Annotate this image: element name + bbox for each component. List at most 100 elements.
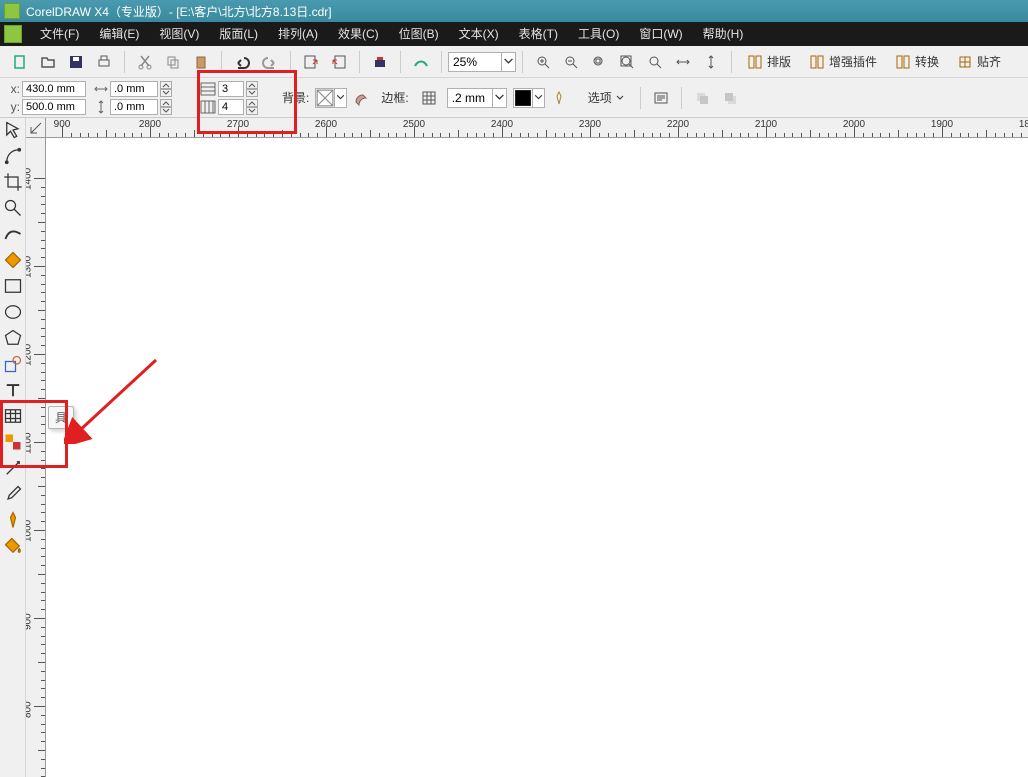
cut-button[interactable] [133, 50, 157, 74]
smart-fill-tool[interactable] [3, 250, 23, 270]
zoom-height-button[interactable] [699, 50, 723, 74]
border-preset-button[interactable] [417, 86, 441, 110]
ruler-vertical[interactable]: 14001300120011001000900800700 [26, 138, 46, 777]
separator [441, 51, 442, 73]
app-launch-button[interactable] [368, 50, 392, 74]
no-fill-icon [316, 90, 334, 106]
eyedropper-tool[interactable] [3, 484, 23, 504]
menu-layout[interactable]: 版面(L) [209, 22, 268, 46]
wrap-text-button[interactable] [649, 86, 673, 110]
border-label: 边框: [381, 89, 408, 106]
canvas[interactable] [46, 138, 1028, 777]
x-input[interactable] [22, 81, 86, 97]
dimension-tool[interactable] [3, 432, 23, 452]
menu-bitmap[interactable]: 位图(B) [389, 22, 449, 46]
welcome-button[interactable] [409, 50, 433, 74]
separator [640, 87, 641, 109]
border-width-combo[interactable]: .2 mm [447, 88, 507, 108]
pick-tool[interactable] [3, 120, 23, 140]
ellipse-tool[interactable] [3, 302, 23, 322]
redo-button[interactable] [258, 50, 282, 74]
snap-button[interactable]: 贴齐 [950, 50, 1008, 74]
menu-edit[interactable]: 编辑(E) [89, 22, 149, 46]
open-button[interactable] [36, 50, 60, 74]
standard-toolbar: 25% 排版 增强插件 转换 贴齐 [0, 46, 1028, 78]
polygon-tool[interactable] [3, 328, 23, 348]
menu-view[interactable]: 视图(V) [149, 22, 209, 46]
border-width-value[interactable]: .2 mm [448, 91, 492, 105]
border-color-swatch[interactable] [513, 88, 545, 108]
fill-tool[interactable] [3, 536, 23, 556]
workspace: 9002800270026002500240023002200210020001… [0, 118, 1028, 777]
bg-swatch[interactable] [315, 88, 347, 108]
new-button[interactable] [8, 50, 32, 74]
print-button[interactable] [92, 50, 116, 74]
width-input[interactable] [110, 81, 158, 97]
app-menu-icon[interactable] [4, 25, 22, 43]
property-bar: x: y: 背景: [0, 78, 1028, 118]
edit-fill-button[interactable] [349, 86, 373, 110]
undo-button[interactable] [230, 50, 254, 74]
zoom-value[interactable]: 25% [449, 55, 501, 69]
border-color-dropdown-icon[interactable] [532, 89, 544, 107]
zoom-selection-button[interactable] [587, 50, 611, 74]
import-button[interactable] [299, 50, 323, 74]
menu-arrange[interactable]: 排列(A) [268, 22, 328, 46]
shape-tool[interactable] [3, 146, 23, 166]
ruler-horizontal[interactable]: 9002800270026002500240023002200210020001… [46, 118, 1028, 138]
outline-pen-button[interactable] [547, 86, 571, 110]
zoom-in-button[interactable] [531, 50, 555, 74]
zoom-tool[interactable] [3, 198, 23, 218]
zoom-out-button[interactable] [559, 50, 583, 74]
border-width-dropdown-icon[interactable] [492, 89, 506, 107]
menu-effects[interactable]: 效果(C) [328, 22, 389, 46]
convert-button[interactable]: 转换 [888, 50, 946, 74]
menu-window[interactable]: 窗口(W) [629, 22, 692, 46]
rows-spinner[interactable] [246, 81, 258, 97]
zoom-width-button[interactable] [671, 50, 695, 74]
size-block [94, 81, 172, 115]
zoom-combo[interactable]: 25% [448, 52, 516, 72]
zoom-all-button[interactable] [615, 50, 639, 74]
rows-icon [200, 82, 216, 96]
menu-file[interactable]: 文件(F) [30, 22, 89, 46]
layout-button[interactable]: 排版 [740, 50, 798, 74]
to-front-button [690, 86, 714, 110]
height-icon [94, 100, 108, 114]
bg-dropdown-icon[interactable] [334, 89, 346, 107]
rows-input[interactable] [218, 81, 244, 97]
zoom-page-button[interactable] [643, 50, 667, 74]
menu-help[interactable]: 帮助(H) [693, 22, 754, 46]
cols-input[interactable] [218, 99, 244, 115]
basic-shapes-tool[interactable] [3, 354, 23, 374]
export-button[interactable] [327, 50, 351, 74]
options-button[interactable]: 选项 [581, 86, 632, 110]
rows-cols-block [200, 81, 258, 115]
y-input[interactable] [22, 99, 86, 115]
width-spinner[interactable] [160, 81, 172, 97]
height-input[interactable] [110, 99, 158, 115]
outline-tool[interactable] [3, 510, 23, 530]
separator [400, 51, 401, 73]
menu-text[interactable]: 文本(X) [449, 22, 509, 46]
plugin-button[interactable]: 增强插件 [802, 50, 884, 74]
freehand-tool[interactable] [3, 224, 23, 244]
ruler-origin[interactable] [26, 118, 46, 138]
separator [221, 51, 222, 73]
crop-tool[interactable] [3, 172, 23, 192]
arrow-annotation [64, 354, 164, 444]
height-spinner[interactable] [160, 99, 172, 115]
rectangle-tool[interactable] [3, 276, 23, 296]
border-color-icon [514, 90, 532, 106]
interactive-tool[interactable] [3, 458, 23, 478]
to-back-button [718, 86, 742, 110]
zoom-dropdown-icon[interactable] [501, 53, 515, 71]
save-button[interactable] [64, 50, 88, 74]
menu-table[interactable]: 表格(T) [509, 22, 568, 46]
copy-button[interactable] [161, 50, 185, 74]
menu-tools[interactable]: 工具(O) [568, 22, 629, 46]
table-tool[interactable] [3, 406, 23, 426]
text-tool[interactable] [3, 380, 23, 400]
cols-spinner[interactable] [246, 99, 258, 115]
paste-button[interactable] [189, 50, 213, 74]
